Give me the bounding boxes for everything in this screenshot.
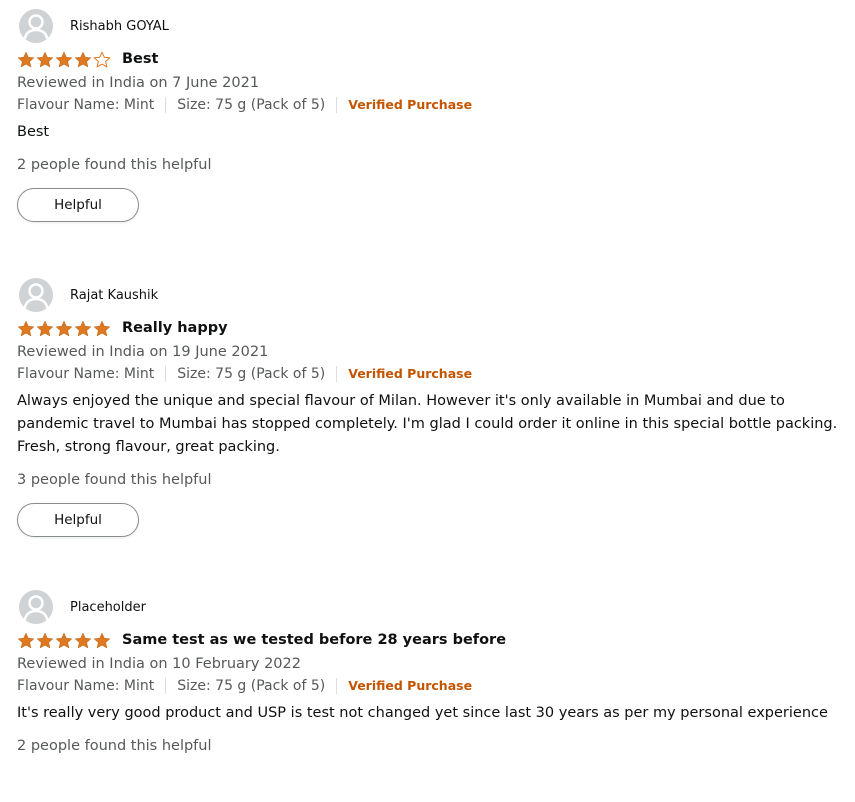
review-date: Reviewed in India on 19 June 2021 xyxy=(17,344,269,360)
flavour-name[interactable]: Flavour Name: Mint xyxy=(17,364,154,384)
star-filled-icon xyxy=(74,51,92,67)
helpful-count: 2 people found this helpful xyxy=(17,157,212,173)
star-filled-icon xyxy=(17,51,35,67)
helpful-count: 2 people found this helpful xyxy=(17,738,212,754)
star-filled-icon xyxy=(55,320,73,336)
star-filled-icon xyxy=(17,632,35,648)
star-filled-icon xyxy=(36,51,54,67)
review-body: Always enjoyed the unique and special fl… xyxy=(17,393,838,455)
divider xyxy=(336,97,338,113)
star-empty-icon xyxy=(93,51,111,67)
reviewer-profile[interactable]: Placeholder xyxy=(17,588,853,626)
review-body: Best xyxy=(17,124,50,140)
star-filled-icon xyxy=(74,320,92,336)
star-filled-icon xyxy=(55,51,73,67)
size-name[interactable]: Size: 75 g (Pack of 5) xyxy=(177,95,325,115)
divider xyxy=(165,97,167,113)
user-avatar-icon xyxy=(19,278,53,312)
verified-purchase-badge[interactable]: Verified Purchase xyxy=(348,676,472,696)
size-name[interactable]: Size: 75 g (Pack of 5) xyxy=(177,364,325,384)
star-filled-icon xyxy=(93,320,111,336)
helpful-count: 3 people found this helpful xyxy=(17,472,212,488)
verified-purchase-badge[interactable]: Verified Purchase xyxy=(348,95,472,115)
review-item: Rajat Kaushik Really happy Reviewed in I… xyxy=(17,276,853,537)
review-format-strip: Flavour Name: Mint Size: 75 g (Pack of 5… xyxy=(17,95,853,115)
helpful-button[interactable]: Helpful xyxy=(17,188,139,222)
user-avatar-icon xyxy=(19,9,53,43)
verified-purchase-badge[interactable]: Verified Purchase xyxy=(348,364,472,384)
star-rating[interactable] xyxy=(17,320,111,337)
star-filled-icon xyxy=(74,632,92,648)
flavour-name[interactable]: Flavour Name: Mint xyxy=(17,676,154,696)
helpful-button[interactable]: Helpful xyxy=(17,503,139,537)
reviewer-name: Placeholder xyxy=(70,599,146,615)
reviewer-name: Rajat Kaushik xyxy=(70,287,159,303)
star-filled-icon xyxy=(36,632,54,648)
divider xyxy=(336,678,338,694)
divider xyxy=(165,366,167,382)
user-avatar-icon xyxy=(19,590,53,624)
star-rating[interactable] xyxy=(17,51,111,68)
star-rating[interactable] xyxy=(17,632,111,649)
review-date: Reviewed in India on 10 February 2022 xyxy=(17,656,301,672)
divider xyxy=(165,678,167,694)
divider xyxy=(336,366,338,382)
review-body: It's really very good product and USP is… xyxy=(17,705,828,721)
review-date: Reviewed in India on 7 June 2021 xyxy=(17,75,260,91)
reviewer-name: Rishabh GOYAL xyxy=(70,18,169,34)
review-item: Rishabh GOYAL Best Reviewed in India on … xyxy=(17,7,853,222)
review-format-strip: Flavour Name: Mint Size: 75 g (Pack of 5… xyxy=(17,676,853,696)
review-title[interactable]: Same test as we tested before 28 years b… xyxy=(122,632,506,648)
flavour-name[interactable]: Flavour Name: Mint xyxy=(17,95,154,115)
review-item: Placeholder Same test as we tested befor… xyxy=(17,588,853,756)
reviewer-profile[interactable]: Rishabh GOYAL xyxy=(17,7,853,45)
star-filled-icon xyxy=(17,320,35,336)
star-filled-icon xyxy=(36,320,54,336)
star-filled-icon xyxy=(93,632,111,648)
review-title[interactable]: Really happy xyxy=(122,320,228,336)
star-filled-icon xyxy=(55,632,73,648)
review-title[interactable]: Best xyxy=(122,51,158,67)
review-format-strip: Flavour Name: Mint Size: 75 g (Pack of 5… xyxy=(17,364,853,384)
size-name[interactable]: Size: 75 g (Pack of 5) xyxy=(177,676,325,696)
reviewer-profile[interactable]: Rajat Kaushik xyxy=(17,276,853,314)
